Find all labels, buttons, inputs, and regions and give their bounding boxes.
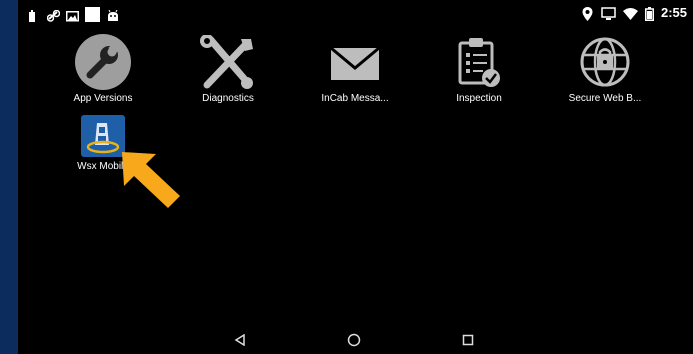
- back-icon: [234, 334, 245, 346]
- cast-icon: [601, 6, 616, 20]
- app-diagnostics[interactable]: Diagnostics: [173, 34, 283, 104]
- app-label: App Versions: [73, 93, 133, 104]
- status-time: 2:55: [660, 5, 687, 20]
- link-icon: [46, 9, 61, 22]
- recents-button[interactable]: [460, 332, 476, 348]
- tools-icon: [198, 34, 258, 90]
- battery-icon: [644, 6, 654, 21]
- app-label: Diagnostics: [202, 93, 254, 104]
- app-label: Inspection: [456, 93, 502, 104]
- navigation-bar: [18, 326, 693, 354]
- globe-lock-icon: [575, 34, 635, 90]
- envelope-icon: [325, 34, 385, 90]
- home-icon: [347, 333, 361, 347]
- recents-icon: [462, 334, 474, 346]
- image-icon: [66, 9, 79, 21]
- app-label: InCab Messa...: [321, 93, 389, 104]
- app-app-versions[interactable]: App Versions: [48, 34, 158, 104]
- location-icon: [582, 6, 594, 21]
- app-incab-messaging[interactable]: InCab Messa...: [300, 34, 410, 104]
- square-icon: [85, 7, 100, 22]
- app-secure-web-browser[interactable]: Secure Web B...: [550, 34, 660, 104]
- android-icon: [107, 9, 119, 21]
- app-label: Secure Web B...: [568, 93, 642, 104]
- wrench-icon: [73, 34, 133, 90]
- status-bar: 2:55: [18, 0, 693, 30]
- back-button[interactable]: [232, 332, 248, 348]
- wifi-icon: [622, 7, 638, 20]
- app-inspection[interactable]: Inspection: [424, 34, 534, 104]
- highlight-arrow: [122, 152, 180, 208]
- home-button[interactable]: [346, 332, 362, 348]
- android-screen: 2:55 App Versions Diagnostics InCab Mess…: [18, 0, 693, 354]
- battery-small-icon: [28, 9, 40, 22]
- clipboard-check-icon: [449, 34, 509, 90]
